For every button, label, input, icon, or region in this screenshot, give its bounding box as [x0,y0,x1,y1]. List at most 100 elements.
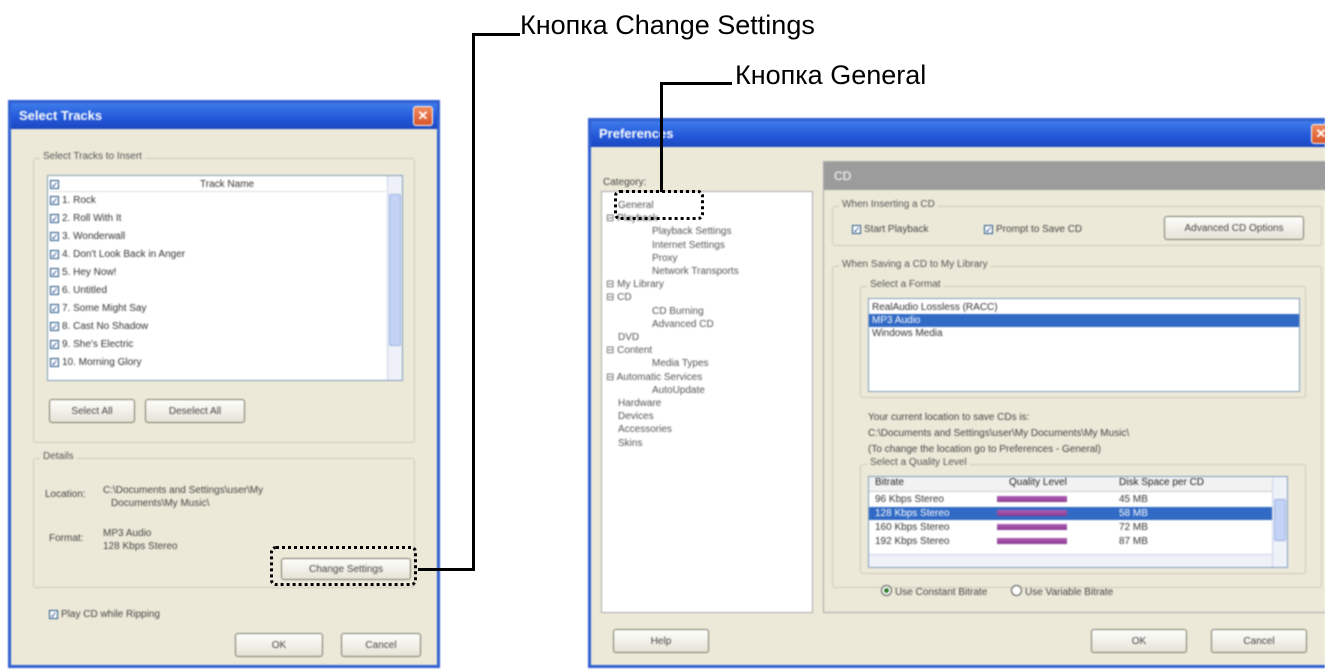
track-checkbox[interactable]: ✓ [50,304,59,314]
tree-item[interactable]: ⊟ Content [606,345,652,356]
track-row[interactable]: ✓ 5. Hey Now! [50,266,116,279]
track-checkbox[interactable]: ✓ [50,322,59,332]
ok-button[interactable]: OK [1091,629,1187,653]
tree-expand-icon[interactable]: ⊟ [606,372,617,383]
track-checkbox[interactable]: ✓ [50,232,59,242]
format-option[interactable]: Windows Media [869,327,1299,340]
track-row[interactable]: ✓ 3. Wonderwall [50,230,125,243]
prompt-save-label: Prompt to Save CD [996,224,1083,235]
tree-item-label: AutoUpdate [652,384,705,396]
close-icon[interactable]: ✕ [413,106,433,126]
track-row[interactable]: ✓ 4. Don't Look Back in Anger [50,248,185,261]
tree-expand-icon[interactable]: ⊟ [606,279,617,290]
start-playback-row[interactable]: ✓ Start Playback [852,224,928,235]
tree-item[interactable]: AutoUpdate [652,385,705,396]
tree-item[interactable]: Network Transports [652,266,739,277]
track-list-scrollbar[interactable] [387,176,402,380]
tree-item-label: DVD [618,332,640,343]
header-checkbox[interactable]: ✓ [50,180,59,190]
category-tree[interactable]: General ⊟ Playback Playback Settings Intern… [601,191,813,613]
tree-item-label: Proxy [652,252,678,264]
track-row[interactable]: ✓ 6. Untitled [50,284,107,297]
format-option[interactable]: MP3 Audio [869,314,1299,327]
track-row[interactable]: ✓ 7. Some Might Say [50,302,146,315]
tree-item-label: Content [617,345,653,357]
track-checkbox[interactable]: ✓ [50,196,59,206]
constant-bitrate-radio-row[interactable]: Use Constant Bitrate [881,585,987,598]
tree-item[interactable]: Devices [618,411,654,422]
quality-table[interactable]: Bitrate Quality Level Disk Space per CD … [868,476,1288,568]
track-checkbox[interactable]: ✓ [50,358,59,368]
tree-item[interactable]: Accessories [618,424,672,435]
track-row[interactable]: ✓ 10. Morning Glory [50,356,141,369]
close-icon[interactable]: ✕ [1311,124,1325,144]
play-cd-checkbox[interactable]: ✓ [49,610,58,620]
tree-item[interactable]: Playback Settings [652,226,732,237]
format-value-1: MP3 Audio [103,528,152,539]
tree-item-label: Network Transports [652,266,739,277]
tree-item[interactable]: ⊟ CD [606,292,632,303]
tree-item[interactable]: Hardware [618,398,661,409]
scroll-thumb[interactable] [389,194,401,346]
scroll-thumb[interactable] [1274,499,1286,541]
track-checkbox[interactable]: ✓ [50,286,59,296]
deselect-all-button[interactable]: Deselect All [145,399,245,423]
bitrate-cell: 160 Kbps Stereo [875,522,950,533]
prompt-save-checkbox[interactable]: ✓ [984,225,993,235]
start-playback-label: Start Playback [864,224,929,235]
tree-item[interactable]: Media Types [652,358,709,369]
track-checkbox[interactable]: ✓ [50,250,59,260]
constant-bitrate-label: Use Constant Bitrate [895,587,988,598]
cancel-button[interactable]: Cancel [1211,629,1307,653]
track-name: 4. Don't Look Back in Anger [62,249,186,260]
track-row[interactable]: ✓ 1. Rock [50,194,96,207]
track-row[interactable]: ✓ 2. Roll With It [50,212,121,225]
track-checkbox[interactable]: ✓ [50,268,59,278]
play-cd-checkbox-row[interactable]: ✓ Play CD while Ripping [49,609,160,620]
quality-row[interactable]: 192 Kbps Stereo 87 MB [869,535,1273,548]
select-quality-label: Select a Quality Level [867,457,970,468]
quality-row[interactable]: 96 Kbps Stereo 45 MB [869,493,1273,506]
track-list[interactable]: ✓ Track Name ✓ 1. Rock ✓ 2. Roll With It ✓ 3.… [47,175,403,381]
track-name: 7. Some Might Say [62,303,147,314]
tree-item[interactable]: Advanced CD [652,319,714,330]
prompt-save-row[interactable]: ✓ Prompt to Save CD [984,224,1082,235]
advanced-cd-options-button[interactable]: Advanced CD Options [1164,216,1304,240]
format-value-2: 128 Kbps Stereo [103,541,178,552]
quality-level-bar [997,538,1067,544]
track-checkbox[interactable]: ✓ [50,340,59,350]
callout-general: Кнопка General [735,60,927,90]
track-name: 3. Wonderwall [62,231,126,242]
track-name: 10. Morning Glory [62,357,142,368]
tree-item[interactable]: DVD [618,332,639,343]
play-cd-label: Play CD while Ripping [61,609,160,620]
tree-item[interactable]: Proxy [652,253,678,264]
start-playback-checkbox[interactable]: ✓ [852,225,861,235]
help-button[interactable]: Help [613,629,709,653]
tree-item-label: Accessories [618,424,672,436]
track-row[interactable]: ✓ 9. She's Electric [50,338,133,351]
bitrate-cell: 96 Kbps Stereo [875,494,944,505]
tree-item[interactable]: ⊟ My Library [606,279,664,290]
ok-button[interactable]: OK [235,633,323,657]
tree-item[interactable]: Internet Settings [652,240,725,251]
track-name: 6. Untitled [62,285,108,296]
quality-hscroll[interactable] [869,554,1273,567]
radio-selected-icon[interactable] [881,585,892,596]
track-row[interactable]: ✓ 8. Cast No Shadow [50,320,148,333]
select-all-button[interactable]: Select All [49,399,135,423]
tree-item[interactable]: Skins [618,438,642,449]
radio-unselected-icon[interactable] [1011,585,1022,596]
cancel-button[interactable]: Cancel [341,633,421,657]
tree-item[interactable]: CD Burning [652,306,704,317]
variable-bitrate-radio-row[interactable]: Use Variable Bitrate [1011,585,1113,598]
format-list[interactable]: RealAudio Lossless (RACC) MP3 Audio Window… [868,298,1300,392]
quality-row[interactable]: 128 Kbps Stereo 58 MB [869,507,1273,520]
quality-row[interactable]: 160 Kbps Stereo 72 MB [869,521,1273,534]
format-option[interactable]: RealAudio Lossless (RACC) [869,301,1299,314]
tree-expand-icon[interactable]: ⊟ [606,292,617,303]
track-checkbox[interactable]: ✓ [50,214,59,224]
tree-expand-icon[interactable]: ⊟ [606,345,617,356]
quality-vscroll[interactable] [1272,477,1287,567]
tree-item[interactable]: ⊟ Automatic Services [606,372,702,383]
